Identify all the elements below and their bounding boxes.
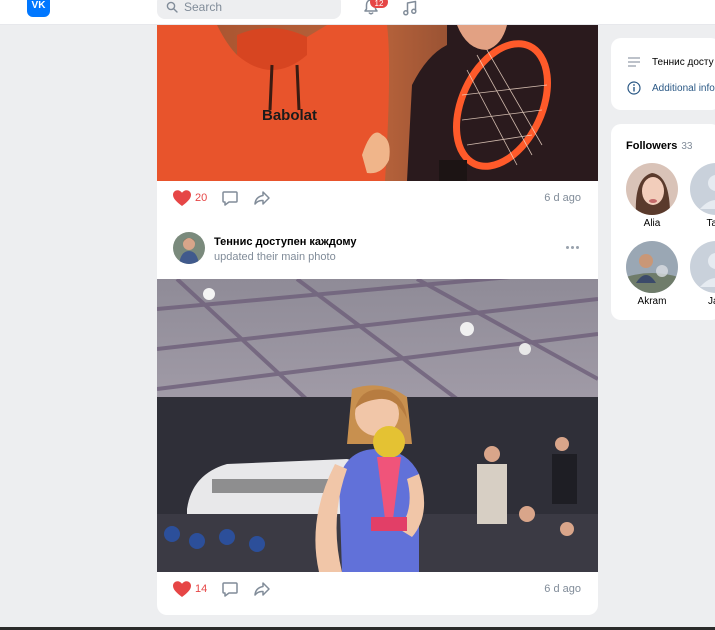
post-time[interactable]: 6 d ago bbox=[544, 192, 581, 204]
additional-info-link[interactable]: Additional info bbox=[627, 81, 715, 95]
follower-avatar[interactable] bbox=[690, 241, 715, 293]
like-button[interactable]: 20 bbox=[172, 189, 207, 207]
follower-name[interactable]: Tam bbox=[687, 218, 715, 229]
follower-item[interactable]: Jab bbox=[687, 241, 715, 307]
follower-item[interactable]: Tam bbox=[687, 163, 715, 229]
followers-card: Followers33 Alia Tam bbox=[611, 124, 715, 320]
search-input[interactable] bbox=[184, 0, 324, 14]
notifications-badge: 12 bbox=[370, 0, 388, 8]
post-photo[interactable] bbox=[157, 279, 598, 572]
heart-icon bbox=[173, 581, 191, 597]
followers-count: 33 bbox=[681, 141, 693, 152]
lines-icon bbox=[628, 57, 640, 67]
post-time[interactable]: 6 d ago bbox=[544, 583, 581, 595]
comment-icon[interactable] bbox=[221, 580, 239, 598]
info-name: Теннис досту bbox=[652, 56, 714, 68]
follower-avatar[interactable] bbox=[626, 163, 678, 215]
info-icon bbox=[627, 81, 641, 95]
author-avatar[interactable] bbox=[173, 232, 205, 264]
followers-header[interactable]: Followers 33 bbox=[626, 140, 692, 152]
follower-avatar[interactable] bbox=[690, 163, 715, 215]
top-navigation-bar: VK 12 bbox=[0, 0, 715, 25]
post-header: Теннис доступен каждому updated their ma… bbox=[157, 216, 598, 279]
vk-logo[interactable]: VK bbox=[27, 0, 50, 17]
post-card: Babolat 20 6 d ago bbox=[157, 25, 598, 216]
more-options-icon[interactable] bbox=[566, 246, 579, 249]
post-actions: 20 6 d ago bbox=[157, 181, 598, 215]
share-icon[interactable] bbox=[253, 580, 271, 598]
like-button[interactable]: 14 bbox=[172, 580, 207, 598]
follower-name[interactable]: Akram bbox=[623, 296, 681, 307]
info-row-name: Теннис досту bbox=[627, 55, 714, 69]
like-count: 14 bbox=[195, 583, 208, 595]
like-count: 20 bbox=[195, 192, 208, 204]
follower-name[interactable]: Jab bbox=[687, 296, 715, 307]
follower-avatar[interactable] bbox=[626, 241, 678, 293]
search-box[interactable] bbox=[157, 0, 341, 19]
comment-icon[interactable] bbox=[221, 189, 239, 207]
post-subline: updated their main photo bbox=[214, 251, 336, 263]
heart-icon bbox=[173, 190, 191, 206]
post-card: Теннис доступен каждому updated their ma… bbox=[157, 216, 598, 615]
followers-title: Followers bbox=[626, 140, 678, 152]
music-icon[interactable] bbox=[401, 0, 419, 17]
post-author[interactable]: Теннис доступен каждому bbox=[214, 236, 357, 248]
brand-text: Babolat bbox=[262, 107, 317, 124]
follower-item[interactable]: Alia bbox=[623, 163, 681, 229]
share-icon[interactable] bbox=[253, 189, 271, 207]
profile-info-card: Теннис досту Additional info bbox=[611, 38, 715, 110]
additional-info-label[interactable]: Additional info bbox=[652, 83, 715, 94]
search-icon bbox=[166, 1, 178, 13]
post-photo[interactable]: Babolat bbox=[157, 25, 598, 181]
follower-item[interactable]: Akram bbox=[623, 241, 681, 307]
follower-name[interactable]: Alia bbox=[623, 218, 681, 229]
post-actions: 14 6 d ago bbox=[157, 572, 598, 606]
